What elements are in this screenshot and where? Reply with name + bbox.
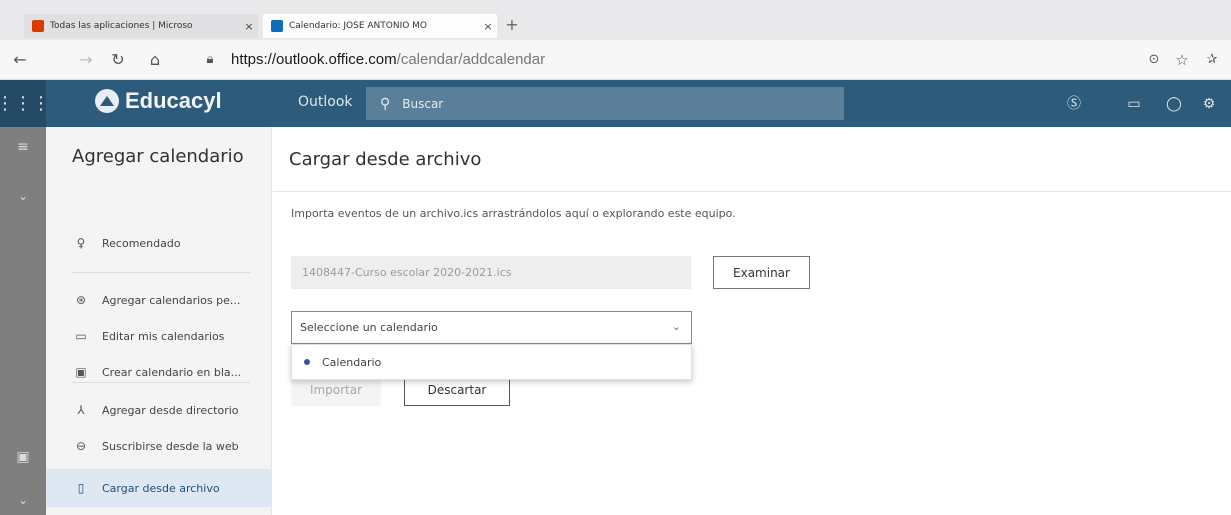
chevron-down-icon[interactable]: ⌄ <box>0 189 46 203</box>
people-icon: ⊛ <box>75 293 87 307</box>
sidebar-item-personas[interactable]: ⊛ Agregar calendarios pe... <box>46 281 272 319</box>
calendar-select[interactable]: Seleccione un calendario ⌄ <box>291 311 692 344</box>
option-label: Calendario <box>322 355 382 369</box>
favorite-star-icon[interactable]: ☆ <box>1172 50 1192 70</box>
sidebar-item-editar[interactable]: ▭ Editar mis calendarios <box>46 317 272 355</box>
calendar-icon[interactable]: ▣ <box>0 449 46 465</box>
office-favicon-icon <box>32 20 44 32</box>
url-host: https://outlook.office.com <box>231 51 397 68</box>
sidebar-item-label: Agregar desde directorio <box>102 403 239 417</box>
notifications-icon[interactable]: ◯ <box>1163 93 1185 115</box>
url-path: /calendar/addcalendar <box>396 51 546 68</box>
settings-gear-icon[interactable]: ⚙ <box>1198 93 1220 115</box>
browser-tab-calendar[interactable]: Calendario: JOSE ANTONIO MO × <box>263 14 497 38</box>
globe-icon: ⊖ <box>75 439 87 453</box>
divider <box>72 382 250 383</box>
brand-name: Educacyl <box>125 88 222 113</box>
feedback-icon[interactable]: ▭ <box>1123 93 1145 115</box>
directory-icon: ⅄ <box>77 403 85 417</box>
home-icon[interactable]: ⌂ <box>145 50 165 70</box>
sidebar-item-label: Editar mis calendarios <box>102 329 225 343</box>
search-icon: ⚲ <box>380 95 391 112</box>
calendar-add-icon: ▣ <box>75 365 87 379</box>
favorites-bar-icon[interactable]: ✰ <box>1202 50 1222 70</box>
sidebar-title: Agregar calendario <box>72 146 244 167</box>
sidebar-item-label: Crear calendario en bla... <box>102 365 242 379</box>
page-title: Cargar desde archivo <box>289 149 482 170</box>
search-input[interactable]: ⚲ Buscar <box>366 87 844 120</box>
left-rail: ≡ ⌄ ▣ ⌄ <box>0 127 46 515</box>
sidebar-item-label: Suscribirse desde la web <box>102 439 239 453</box>
search-placeholder: Buscar <box>402 96 444 111</box>
main-panel: Cargar desde archivo Importa eventos de … <box>273 127 1231 515</box>
file-path-value: 1408447-Curso escolar 2020-2021.ics <box>302 266 512 279</box>
sidebar-item-recomendado[interactable]: ♀ Recomendado <box>46 224 272 262</box>
tab-title: Calendario: JOSE ANTONIO MO <box>289 21 428 31</box>
browser-tab-strip: Todas las aplicaciones | Microso × Calen… <box>0 0 1231 40</box>
bullet-icon <box>304 359 310 365</box>
file-icon: ▯ <box>77 481 85 495</box>
chevron-down-icon: ⌄ <box>671 320 681 333</box>
app-launcher-icon[interactable]: ⋮⋮⋮ <box>0 80 50 127</box>
hamburger-menu-icon[interactable]: ≡ <box>0 139 46 155</box>
sidebar-item-label: Recomendado <box>102 236 181 250</box>
select-placeholder: Seleccione un calendario <box>300 321 438 334</box>
sidebar-item-web[interactable]: ⊖ Suscribirse desde la web <box>46 427 272 465</box>
divider <box>273 191 1231 192</box>
sidebar-item-label: Agregar calendarios pe... <box>102 293 241 307</box>
browser-tab-apps[interactable]: Todas las aplicaciones | Microso × <box>24 14 258 38</box>
close-tab-icon[interactable]: × <box>240 20 258 33</box>
back-arrow-icon[interactable]: ← <box>10 50 30 70</box>
sidebar-item-directorio[interactable]: ⅄ Agregar desde directorio <box>46 391 272 429</box>
lock-icon: 🔒︎ <box>206 52 214 67</box>
description-text: Importa eventos de un archivo.ics arrast… <box>291 207 736 220</box>
app-name[interactable]: Outlook <box>298 94 353 110</box>
dropdown-option-calendario[interactable]: Calendario <box>292 345 691 379</box>
educacyl-logo-icon <box>95 89 119 113</box>
address-bar[interactable]: https://outlook.office.com/calendar/addc… <box>231 51 545 68</box>
outlook-header: ⋮⋮⋮ Educacyl Outlook ⚲ Buscar Ⓢ ▭ ◯ ⚙ <box>0 80 1231 127</box>
new-tab-button[interactable]: + <box>502 16 522 36</box>
reader-mode-icon[interactable]: ⊙ <box>1144 50 1164 70</box>
sidebar-item-archivo[interactable]: ▯ Cargar desde archivo <box>46 469 272 507</box>
browser-toolbar: ← → ↻ ⌂ 🔒︎ https://outlook.office.com/ca… <box>0 40 1231 80</box>
lightbulb-icon: ♀ <box>76 236 86 250</box>
skype-icon[interactable]: Ⓢ <box>1063 93 1085 115</box>
calendar-edit-icon: ▭ <box>75 329 87 343</box>
sidebar-item-label: Cargar desde archivo <box>102 481 220 495</box>
browse-button[interactable]: Examinar <box>713 256 810 289</box>
forward-arrow-icon[interactable]: → <box>76 50 96 70</box>
add-calendar-sidebar: Agregar calendario ♀ Recomendado ⊛ Agreg… <box>46 127 272 515</box>
divider <box>72 272 250 273</box>
calendar-dropdown-menu: Calendario <box>291 344 692 380</box>
tab-title: Todas las aplicaciones | Microso <box>50 21 193 31</box>
sidebar-item-crear[interactable]: ▣ Crear calendario en bla... <box>46 353 272 391</box>
outlook-favicon-icon <box>271 20 283 32</box>
expand-chevron-icon[interactable]: ⌄ <box>0 493 46 507</box>
file-path-field[interactable]: 1408447-Curso escolar 2020-2021.ics <box>291 256 691 289</box>
refresh-icon[interactable]: ↻ <box>108 50 128 70</box>
close-tab-icon[interactable]: × <box>479 20 497 33</box>
brand-logo[interactable]: Educacyl <box>95 88 222 114</box>
